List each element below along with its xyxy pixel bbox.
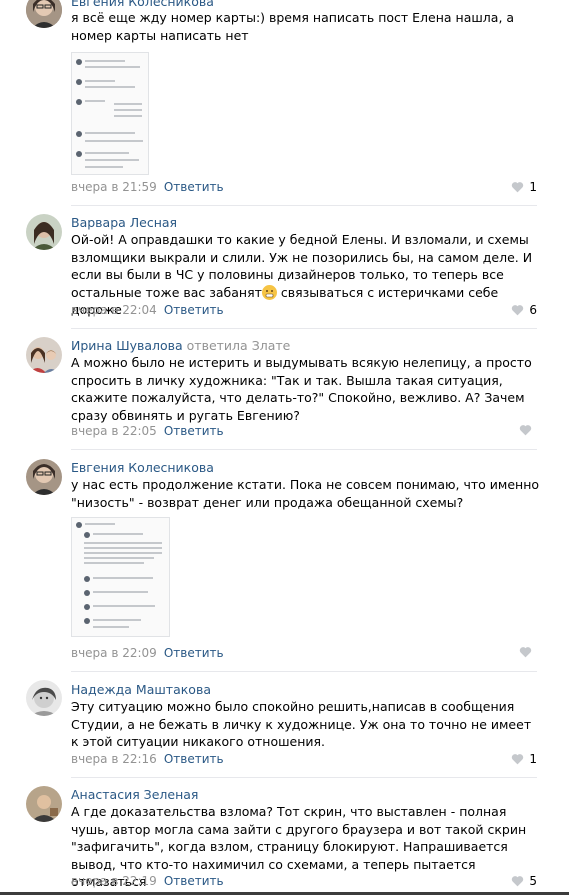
like-button[interactable] bbox=[519, 646, 537, 658]
heart-icon bbox=[512, 305, 524, 316]
comment-time[interactable]: вчера в 22:19 bbox=[71, 874, 157, 888]
heart-icon bbox=[512, 182, 524, 193]
separator bbox=[71, 328, 537, 329]
heart-icon bbox=[519, 425, 532, 436]
like-button[interactable] bbox=[519, 424, 537, 436]
attached-screenshot[interactable] bbox=[71, 517, 170, 637]
separator bbox=[71, 777, 537, 778]
like-button[interactable]: 5 bbox=[511, 874, 537, 888]
comment-author[interactable]: Евгения Колесникова bbox=[71, 460, 214, 475]
comment-text: у нас есть продолжение кстати. Пока не с… bbox=[71, 477, 540, 510]
comment-text: Эту ситуацию можно было спокойно решить,… bbox=[71, 699, 532, 749]
reply-button[interactable]: Ответить bbox=[164, 180, 224, 194]
comment-text: А можно было не истерить и выдумывать вс… bbox=[71, 355, 532, 423]
comment-author: Ирина Шувалова ответила Злате bbox=[71, 338, 290, 353]
grimace-smiley-icon bbox=[261, 284, 277, 300]
like-count: 1 bbox=[529, 752, 537, 766]
attached-screenshot[interactable] bbox=[71, 52, 149, 175]
avatar[interactable] bbox=[26, 680, 62, 716]
comment-author[interactable]: Анастасия Зеленая bbox=[71, 787, 198, 802]
avatar[interactable] bbox=[26, 0, 62, 28]
comment-meta: вчера в 22:09 Ответить bbox=[71, 646, 224, 660]
comment-meta: вчера в 22:05 Ответить bbox=[71, 424, 224, 438]
reply-target[interactable]: Злате bbox=[252, 338, 291, 353]
avatar[interactable] bbox=[26, 214, 62, 250]
comment-author[interactable]: Евгения Колесникова bbox=[71, 0, 214, 9]
comment-time[interactable]: вчера в 22:05 bbox=[71, 424, 157, 438]
comment-meta: вчера в 22:19 Ответить bbox=[71, 874, 224, 888]
reply-button[interactable]: Ответить bbox=[164, 303, 224, 317]
like-count: 5 bbox=[529, 874, 537, 888]
heart-icon bbox=[519, 647, 532, 658]
comment-time[interactable]: вчера в 22:04 bbox=[71, 303, 157, 317]
reply-word: ответила bbox=[186, 338, 248, 353]
reply-button[interactable]: Ответить bbox=[164, 752, 224, 766]
separator bbox=[71, 205, 537, 206]
comment-text: я всё еще жду номер карты:) время написа… bbox=[71, 10, 515, 43]
comment-meta: вчера в 22:16 Ответить bbox=[71, 752, 224, 766]
comment-time[interactable]: вчера в 21:59 bbox=[71, 180, 157, 194]
avatar[interactable] bbox=[26, 786, 62, 822]
comment-meta: вчера в 22:04 Ответить bbox=[71, 303, 224, 317]
reply-button[interactable]: Ответить bbox=[164, 646, 224, 660]
comments-feed: Евгения Колесникова я всё еще жду номер … bbox=[0, 0, 569, 895]
comment-time[interactable]: вчера в 22:16 bbox=[71, 752, 157, 766]
like-button[interactable]: 1 bbox=[511, 752, 537, 766]
avatar[interactable] bbox=[26, 459, 62, 495]
reply-button[interactable]: Ответить bbox=[164, 874, 224, 888]
like-count: 6 bbox=[529, 303, 537, 317]
comment-author[interactable]: Надежда Маштакова bbox=[71, 682, 211, 697]
heart-icon bbox=[512, 876, 524, 887]
separator bbox=[71, 449, 537, 450]
comment-author[interactable]: Варвара Лесная bbox=[71, 215, 177, 230]
reply-button[interactable]: Ответить bbox=[164, 424, 224, 438]
like-count: 1 bbox=[529, 180, 537, 194]
comment-time[interactable]: вчера в 22:09 bbox=[71, 646, 157, 660]
like-button[interactable]: 6 bbox=[511, 303, 537, 317]
avatar[interactable] bbox=[26, 337, 62, 373]
heart-icon bbox=[512, 754, 524, 765]
like-button[interactable]: 1 bbox=[511, 180, 537, 194]
separator bbox=[71, 671, 537, 672]
comment-meta: вчера в 21:59 Ответить bbox=[71, 180, 224, 194]
comment-author-name[interactable]: Ирина Шувалова bbox=[71, 338, 183, 353]
